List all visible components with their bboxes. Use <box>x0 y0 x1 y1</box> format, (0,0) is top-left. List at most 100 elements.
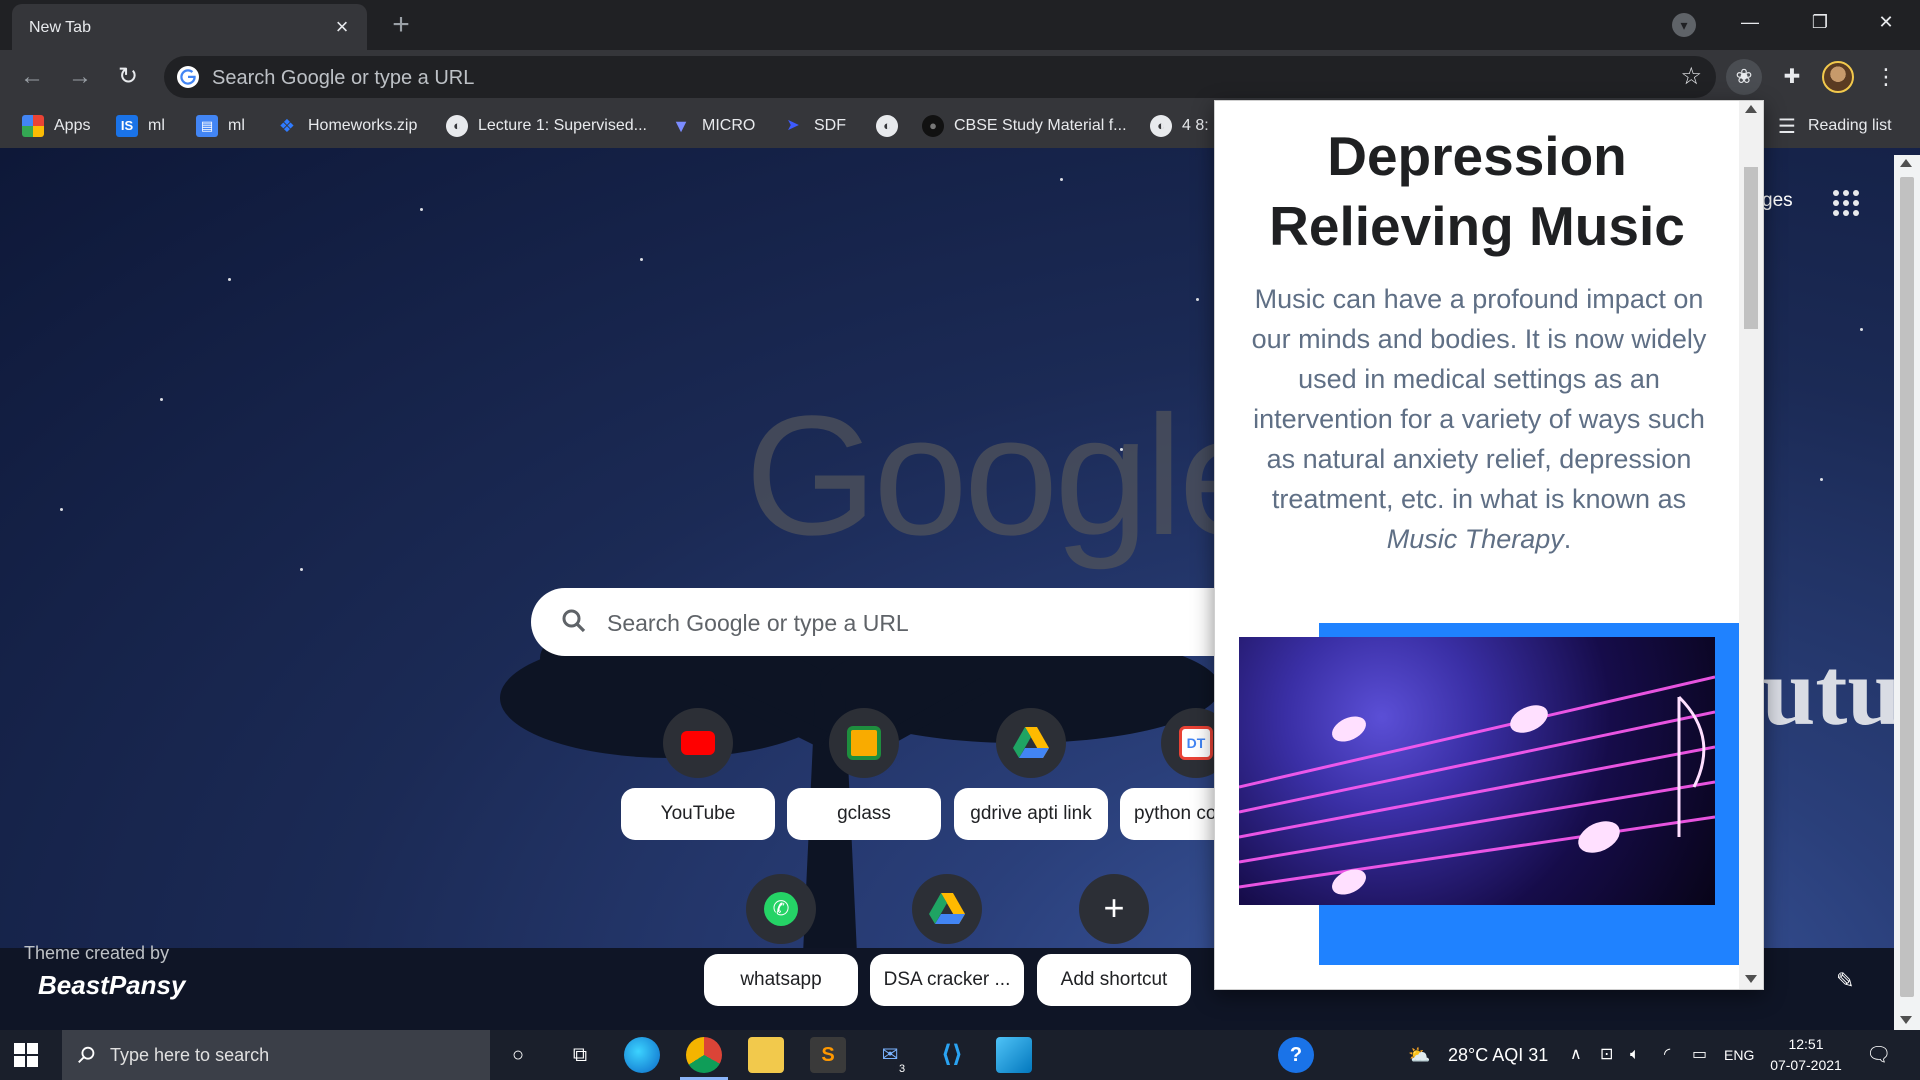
network-icon[interactable]: ◜ <box>1664 1030 1670 1080</box>
bookmark-lecture[interactable]: ◐ Lecture 1: Supervised... <box>446 104 647 148</box>
youtube-icon <box>681 731 715 755</box>
page-scrollbar[interactable] <box>1894 155 1920 1030</box>
shortcut-label-python[interactable]: python co <box>1120 788 1214 840</box>
forward-icon[interactable]: → <box>64 61 96 93</box>
photos-icon[interactable] <box>996 1037 1032 1073</box>
windows-start-icon[interactable] <box>14 1043 38 1067</box>
task-view-icon[interactable]: ⧉ <box>562 1037 598 1073</box>
bookmark-micro[interactable]: ▼ MICRO <box>670 104 755 148</box>
star <box>300 568 303 571</box>
bookmark-ml-2[interactable]: ▤ ml <box>196 104 245 148</box>
notifications-icon[interactable]: 🗨︎ <box>1866 1030 1891 1080</box>
tab-new-tab[interactable]: New Tab × <box>12 4 367 50</box>
battery-icon[interactable]: ▭ <box>1692 1030 1707 1080</box>
shortcut-label-gdrive-apti[interactable]: gdrive apti link <box>954 788 1108 840</box>
popup-scrollbar[interactable] <box>1739 101 1763 989</box>
music-notes-illustration <box>1239 675 1715 895</box>
star <box>420 208 423 211</box>
shortcut-gclass[interactable] <box>829 708 899 778</box>
new-tab-plus-icon[interactable]: + <box>385 10 417 42</box>
vscode-icon[interactable]: ⟨⟩ <box>934 1037 970 1073</box>
popup-description: Music can have a profound impact on our … <box>1241 279 1717 559</box>
theme-brand-link[interactable]: BeastPansy <box>38 970 185 1001</box>
popup-scroll-up-icon[interactable] <box>1745 105 1757 113</box>
music-notes-image <box>1239 637 1715 905</box>
star <box>60 508 63 511</box>
bookmark-sdf[interactable]: ➤ SDF <box>782 104 846 148</box>
shortcut-label-youtube[interactable]: YouTube <box>621 788 775 840</box>
shortcut-whatsapp[interactable]: ✆ <box>746 874 816 944</box>
customize-pencil-icon[interactable]: ✎ <box>1836 968 1854 994</box>
clock[interactable]: 12:51 07-07-2021 <box>1766 1034 1846 1076</box>
close-window-icon[interactable]: ✕ <box>1856 0 1916 44</box>
file-explorer-icon[interactable] <box>748 1037 784 1073</box>
scroll-down-arrow-icon[interactable] <box>1900 1016 1912 1024</box>
tray-chevron-icon[interactable]: ∧ <box>1570 1030 1582 1080</box>
shortcut-label-gclass[interactable]: gclass <box>787 788 941 840</box>
shortcut-label-whatsapp[interactable]: whatsapp <box>704 954 858 1006</box>
close-tab-icon[interactable]: × <box>329 14 355 40</box>
lotus-extension-icon[interactable]: ❀ <box>1726 59 1762 95</box>
back-icon[interactable]: ← <box>16 61 48 93</box>
ntp-search-box[interactable]: Search Google or type a URL <box>531 588 1221 656</box>
images-link[interactable]: ges <box>1762 190 1793 212</box>
bookmark-homeworks[interactable]: ❖ Homeworks.zip <box>276 104 417 148</box>
restore-icon[interactable]: ❐ <box>1790 0 1850 44</box>
weather-icon[interactable]: ⛅ <box>1408 1030 1430 1080</box>
bookmark-label: Lecture 1: Supervised... <box>478 117 647 134</box>
shortcut-label-add[interactable]: Add shortcut <box>1037 954 1191 1006</box>
micro-icon: ▼ <box>672 116 690 136</box>
mail-icon[interactable]: ✉ 3 <box>872 1037 910 1077</box>
popup-scroll-thumb[interactable] <box>1744 167 1758 329</box>
bookmark-star-icon[interactable]: ☆ <box>1680 62 1702 91</box>
minimize-icon[interactable]: — <box>1720 0 1780 44</box>
tab-search-chevron-icon[interactable]: ▾ <box>1672 13 1696 37</box>
shortcut-youtube[interactable] <box>663 708 733 778</box>
shortcut-gdrive-apti[interactable] <box>996 708 1066 778</box>
globe-icon: ◐ <box>1150 115 1172 137</box>
help-question-icon[interactable]: ? <box>1278 1037 1314 1073</box>
popup-title: Depression Relieving Music <box>1269 125 1685 257</box>
volume-icon[interactable]: 🔈︎ <box>1630 1030 1640 1080</box>
shortcut-add[interactable]: + <box>1079 874 1149 944</box>
meet-now-icon[interactable]: ⊡ <box>1600 1030 1613 1080</box>
google-classroom-icon <box>847 726 881 760</box>
globe-icon: ◐ <box>876 115 898 137</box>
chrome-icon[interactable] <box>686 1037 722 1073</box>
bookmark-4[interactable]: ◐ 4 8: <box>1150 104 1209 148</box>
omnibox[interactable]: Search Google or type a URL ☆ <box>164 56 1716 98</box>
globe-icon: ◐ <box>446 115 468 137</box>
bookmark-label: Homeworks.zip <box>308 117 418 134</box>
google-apps-icon[interactable] <box>1833 190 1859 216</box>
bookmark-label: ml <box>228 117 245 134</box>
mail-badge: 3 <box>894 1061 910 1077</box>
cortana-icon[interactable]: ○ <box>500 1037 536 1073</box>
doc-icon: ▤ <box>196 115 218 137</box>
more-menu-icon[interactable]: ⋮ <box>1874 61 1898 93</box>
shortcut-dsa[interactable] <box>912 874 982 944</box>
reload-icon[interactable]: ↻ <box>112 61 144 93</box>
scroll-up-arrow-icon[interactable] <box>1900 159 1912 167</box>
shortcut-label-dsa[interactable]: DSA cracker ... <box>870 954 1024 1006</box>
language-indicator[interactable]: ENG <box>1724 1030 1754 1080</box>
profile-avatar[interactable] <box>1822 61 1854 93</box>
dropbox-icon: ❖ <box>278 116 296 136</box>
bookmark-ml-1[interactable]: IS ml <box>116 104 165 148</box>
bookmark-apps[interactable]: Apps <box>22 104 90 148</box>
sublime-text-icon[interactable]: S <box>810 1037 846 1073</box>
bookmark-cbse[interactable]: ● CBSE Study Material f... <box>922 104 1127 148</box>
bookmark-globe[interactable]: ◐ <box>876 104 898 148</box>
title-bar: New Tab × + ▾ — ❐ ✕ <box>0 0 1920 50</box>
popup-scroll-down-icon[interactable] <box>1745 975 1757 983</box>
scroll-thumb[interactable] <box>1900 177 1914 997</box>
weather-text[interactable]: 28°C AQI 31 <box>1448 1030 1548 1080</box>
taskbar-search-box[interactable]: Type here to search <box>62 1030 490 1080</box>
dt-icon: DT <box>1179 726 1213 760</box>
sdf-icon: ➤ <box>786 117 800 134</box>
taskbar-search-placeholder: Type here to search <box>110 1045 270 1065</box>
extensions-puzzle-icon[interactable]: ✚ <box>1774 59 1810 95</box>
whatsapp-icon: ✆ <box>764 892 798 926</box>
edge-icon[interactable] <box>624 1037 660 1073</box>
reading-list-button[interactable]: ☰ Reading list <box>1778 104 1892 148</box>
bookmark-label: 4 8: <box>1182 117 1209 134</box>
